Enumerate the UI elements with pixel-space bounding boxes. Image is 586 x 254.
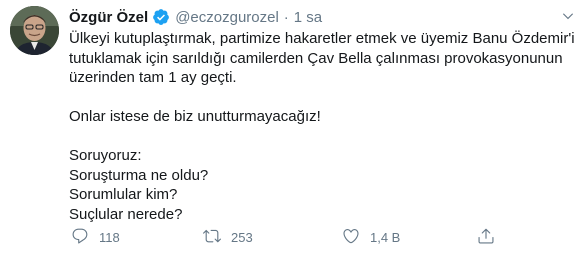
- tweet-line: Sorumlular kim?: [69, 186, 178, 203]
- avatar[interactable]: [10, 6, 59, 55]
- display-name[interactable]: Özgür Özel: [69, 9, 148, 26]
- tweet-line: Onlar istese de biz unutturmayacağız!: [69, 108, 321, 125]
- like-icon: [342, 227, 360, 248]
- retweet-count: 253: [231, 229, 253, 245]
- like-button[interactable]: 1,4 B: [342, 227, 400, 247]
- reply-count: 118: [99, 229, 120, 245]
- retweet-button[interactable]: 253: [203, 227, 253, 247]
- chevron-down-icon[interactable]: [561, 9, 575, 23]
- tweet-line: Soruşturma ne oldu?: [69, 166, 209, 184]
- reply-button[interactable]: 118: [71, 227, 120, 247]
- tweet-text: Ülkeyi kutuplaştırmak, partimize hakaret…: [69, 29, 579, 224]
- share-icon: [477, 227, 495, 248]
- tweet-header: Özgür Özel @eczozgurozel · 1 sa: [69, 6, 322, 28]
- tweet-line: tutuklamak için sarıldığı camilerden Çav…: [69, 49, 563, 67]
- verified-badge-icon: [152, 8, 170, 26]
- separator-dot: ·: [283, 8, 289, 26]
- tweet-line: Soruyoruz:: [69, 147, 142, 164]
- like-count: 1,4 B: [370, 229, 401, 245]
- handle[interactable]: @eczozgurozel: [175, 9, 279, 26]
- reply-icon: [71, 227, 89, 248]
- tweet-line: Ülkeyi kutuplaştırmak, partimize hakaret…: [69, 30, 575, 47]
- retweet-icon: [203, 227, 221, 248]
- tweet-line: Suçlular nerede?: [69, 205, 183, 223]
- tweet[interactable]: Özgür Özel @eczozgurozel · 1 sa Ülkeyi k…: [0, 0, 586, 254]
- share-button[interactable]: [477, 227, 495, 247]
- timestamp[interactable]: 1 sa: [294, 9, 322, 26]
- tweet-line: üzerinden tam 1 ay geçti.: [69, 69, 237, 86]
- avatar-image: [10, 6, 59, 55]
